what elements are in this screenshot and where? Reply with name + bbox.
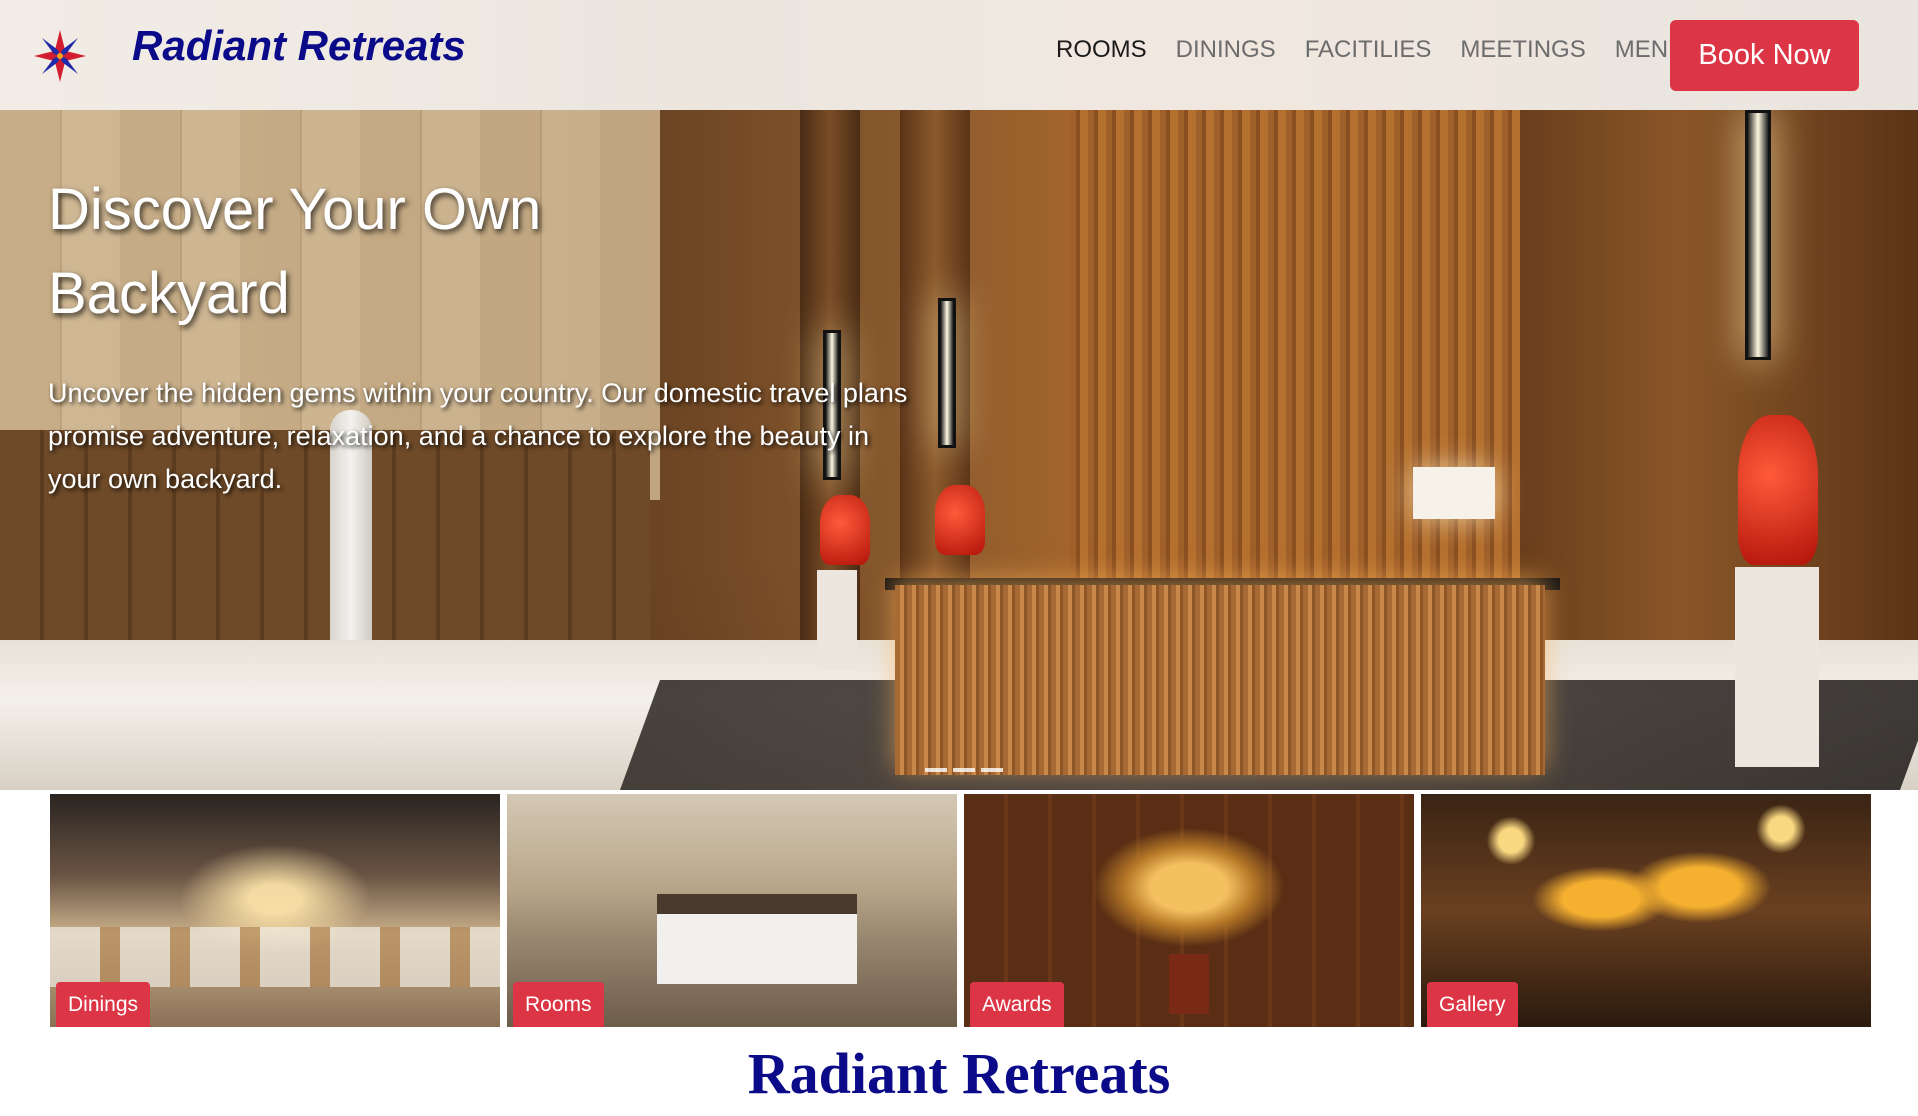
- card-awards[interactable]: Awards: [964, 794, 1414, 1027]
- carousel-indicators: [925, 768, 1003, 772]
- nav-rooms[interactable]: ROOMS: [1056, 36, 1147, 64]
- card-gallery[interactable]: Gallery: [1421, 794, 1871, 1027]
- hero-description: Uncover the hidden gems within your coun…: [48, 378, 908, 494]
- nav-meetings[interactable]: MEETINGS: [1460, 36, 1585, 64]
- pendant-lamp: [1745, 110, 1771, 360]
- nav-dinings[interactable]: DININGS: [1176, 36, 1276, 64]
- pendant-lamp: [938, 298, 956, 448]
- card-label[interactable]: Gallery: [1427, 982, 1518, 1027]
- carousel-indicator-2[interactable]: [953, 768, 975, 772]
- brand-logo-icon[interactable]: [30, 26, 90, 86]
- table-lamp: [1413, 467, 1495, 519]
- card-label[interactable]: Dinings: [56, 982, 151, 1027]
- hero-carousel: Discover Your Own Backyard Uncover the h…: [0, 0, 1918, 790]
- feature-cards: Dinings Rooms Awards Gallery: [50, 794, 1871, 1027]
- card-label[interactable]: Rooms: [513, 982, 604, 1027]
- nav-facilities[interactable]: FACITILIES: [1305, 36, 1432, 64]
- reception-desk: [895, 585, 1545, 775]
- card-label[interactable]: Awards: [970, 982, 1064, 1027]
- brand-name[interactable]: Radiant Retreats: [132, 22, 466, 70]
- carousel-indicator-1[interactable]: [925, 768, 947, 772]
- lobby-right-wall: [1520, 110, 1918, 670]
- red-sculpture: [935, 485, 985, 555]
- hero-title: Discover Your Own Backyard: [48, 177, 542, 326]
- navbar: Radiant Retreats ROOMS DININGS FACITILIE…: [0, 0, 1918, 110]
- pedestal: [817, 570, 857, 670]
- red-sculpture: [820, 495, 870, 565]
- red-sculpture: [1738, 415, 1818, 565]
- card-rooms[interactable]: Rooms: [507, 794, 957, 1027]
- carousel-indicator-3[interactable]: [981, 768, 1003, 772]
- nav-links: ROOMS DININGS FACITILIES MEETINGS MENU: [1056, 36, 1714, 64]
- card-dinings[interactable]: Dinings: [50, 794, 500, 1027]
- book-now-button[interactable]: Book Now: [1670, 20, 1859, 91]
- section-title: Radiant Retreats: [747, 1041, 1171, 1106]
- pedestal: [1735, 567, 1819, 767]
